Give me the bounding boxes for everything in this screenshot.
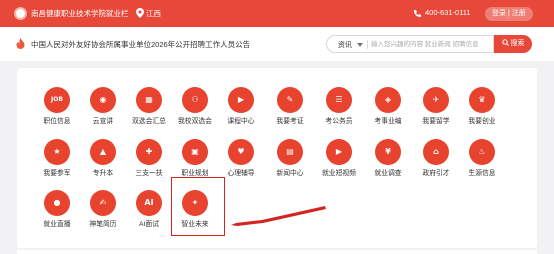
service-glyph: ▶: [237, 95, 245, 104]
startup-icon: ♛: [469, 87, 495, 113]
service-label: 我要创业: [468, 118, 496, 125]
service-glyph: ◉: [99, 95, 107, 104]
career-planning-icon: ▣: [182, 139, 208, 165]
service-glyph: ⚇: [191, 95, 199, 104]
cloud-presentation-icon: ◉: [90, 87, 116, 113]
service-glyph: ¥: [385, 147, 391, 156]
service-glyph: ✚: [145, 147, 153, 156]
phone-icon: [413, 10, 421, 18]
search-category-select[interactable]: 资讯: [338, 40, 352, 50]
top-bar: 南昌健康职业技术学院就业栏 江西 400-631-0111 登录 | 注册: [0, 0, 554, 27]
course-icon: ▶: [228, 87, 254, 113]
highlight-box: [171, 177, 225, 236]
grid-icon: ▦: [136, 87, 162, 113]
location-pin-icon: [136, 8, 144, 18]
survey-icon: ¥: [375, 139, 401, 165]
job-icon: JOB: [44, 87, 70, 113]
service-glyph: ▶: [335, 147, 343, 156]
location-label[interactable]: 江西: [146, 8, 161, 19]
flame-icon: ♨: [469, 139, 495, 165]
ai-interview-icon: AI: [136, 190, 162, 216]
study-abroad-icon: ✈: [423, 87, 449, 113]
resume-icon: ✍: [90, 190, 116, 216]
search-box: 资讯: [326, 35, 494, 53]
service-glyph: ▤: [286, 147, 294, 156]
service-glyph: ★: [53, 147, 61, 156]
search-input[interactable]: [371, 38, 491, 50]
search-icon: [501, 39, 509, 46]
chevron-down-icon[interactable]: [357, 43, 363, 47]
news-icon: ▤: [277, 139, 303, 165]
notice-bar: 中国人民对外友好协会所属事业单位2026年公开招聘工作人员公告 资讯 搜索: [0, 27, 554, 61]
support-program-icon: ✚: [136, 139, 162, 165]
search-button[interactable]: 搜索: [494, 35, 532, 53]
military-icon: ★: [44, 139, 70, 165]
graduation-cap-icon: ▲: [90, 139, 116, 165]
service-glyph: ●: [53, 198, 61, 207]
service-glyph: ♛: [478, 95, 486, 104]
next-panel-edge: [17, 250, 537, 254]
heart-icon: ♥: [228, 139, 254, 165]
service-label: 生源信息: [468, 170, 496, 177]
service-glyph: ♥: [237, 147, 245, 156]
service-item[interactable]: ♨ 生源信息: [456, 139, 508, 179]
service-glyph: ✈: [432, 95, 440, 104]
service-glyph: ♨: [478, 147, 486, 156]
login-register-button[interactable]: 登录 | 注册: [485, 7, 533, 21]
service-glyph: ☰: [335, 95, 343, 104]
service-item[interactable]: ♛ 我要创业: [456, 87, 508, 127]
notice-text[interactable]: 中国人民对外友好协会所属事业单位2026年公开招聘工作人员公告: [31, 39, 250, 50]
video-icon: ▶: [326, 139, 352, 165]
service-glyph: ⌂: [433, 147, 439, 156]
service-glyph: ▦: [145, 95, 153, 104]
service-glyph: AI: [144, 198, 154, 207]
search-button-label: 搜索: [510, 40, 525, 47]
school-logo-icon: [14, 7, 27, 20]
service-glyph: ▲: [99, 147, 107, 156]
service-glyph: ▣: [191, 147, 199, 156]
government-icon: ⌂: [423, 139, 449, 165]
service-glyph: JOB: [51, 96, 63, 103]
career-exam-icon: ◈: [375, 87, 401, 113]
certificate-icon: ✎: [277, 87, 303, 113]
service-glyph: ✍: [99, 198, 107, 207]
phone-number: 400-631-0111: [425, 8, 471, 17]
people-icon: ⚇: [182, 87, 208, 113]
service-glyph: ✎: [286, 95, 294, 104]
service-glyph: ◈: [384, 95, 392, 104]
live-broadcast-icon: ●: [44, 190, 70, 216]
school-name[interactable]: 南昌健康职业技术学院就业栏: [31, 8, 129, 19]
search-divider: [367, 40, 368, 49]
fire-icon: [16, 38, 25, 49]
civil-exam-icon: ☰: [326, 87, 352, 113]
